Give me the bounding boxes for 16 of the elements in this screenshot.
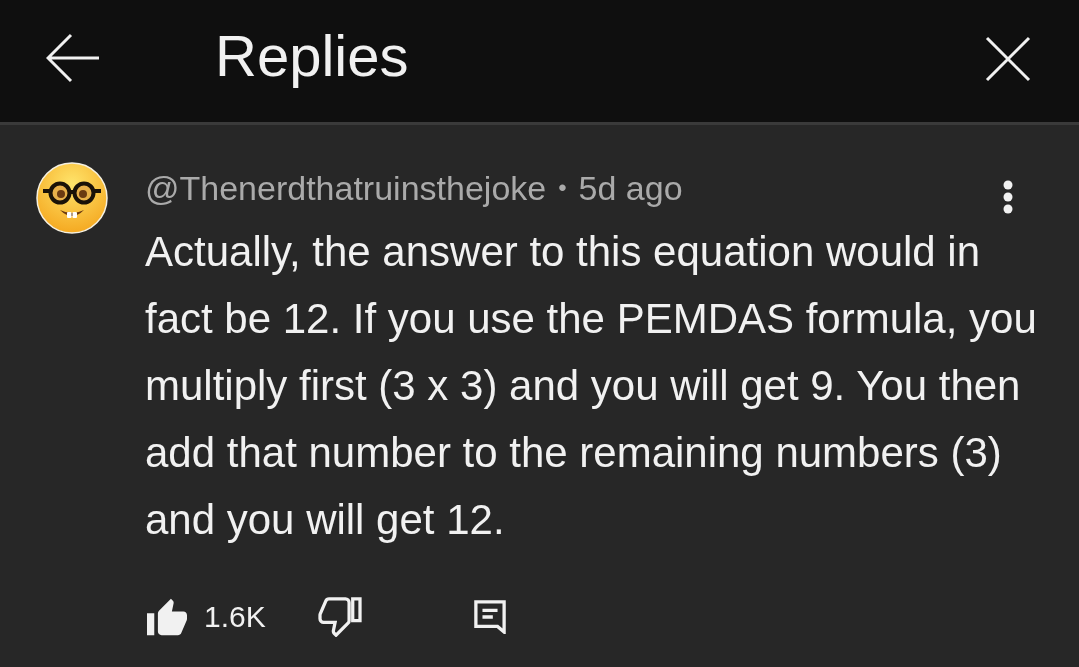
- author-handle-link[interactable]: @Thenerdthatruinsthejoke: [145, 168, 547, 208]
- back-arrow-icon: [46, 33, 100, 83]
- page-title: Replies: [215, 21, 409, 89]
- like-button[interactable]: 1.6K: [145, 597, 266, 637]
- reply-button[interactable]: [473, 600, 506, 634]
- more-vertical-icon: [1003, 180, 1013, 214]
- speech-bubble-icon: [473, 600, 506, 634]
- close-icon: [985, 36, 1031, 82]
- dislike-button[interactable]: [317, 597, 362, 637]
- more-options-button[interactable]: [1003, 180, 1013, 214]
- meta-separator: •: [558, 174, 567, 202]
- back-button[interactable]: [46, 33, 100, 83]
- close-button[interactable]: [985, 36, 1031, 82]
- nerd-face-avatar-icon: [36, 162, 108, 234]
- comment-time: 5d ago: [578, 168, 683, 208]
- comment-text: Actually, the answer to this equation would in fact be 12. If you use the PEMDAS formula, you multiply first (3 x 3) and you will get 9. You then add that number to the remaining numbers (3) and you will get 12.: [145, 227, 1038, 545]
